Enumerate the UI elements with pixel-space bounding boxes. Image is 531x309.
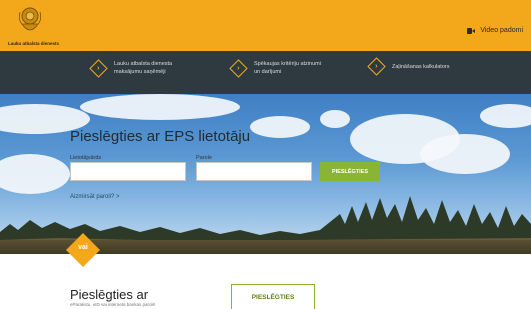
logo-caption: Lauku atbalsta dienests <box>8 41 60 46</box>
cloud <box>80 94 240 120</box>
cloud <box>320 110 350 128</box>
video-camera-icon <box>467 27 476 34</box>
nav-item-label: Zaļināšanas kalkulators <box>392 63 450 70</box>
alt-login-button[interactable]: PIESLĒGTIES <box>231 284 315 309</box>
nav-item-label: Lauku atbalsta dienesta maksājumu saņēmē… <box>114 61 173 75</box>
login-title: Pieslēgties ar EPS lietotāju <box>70 128 251 145</box>
coat-of-arms-icon <box>18 7 42 31</box>
nav-item-payment-recipients[interactable]: › Lauku atbalsta dienesta maksājumu saņē… <box>89 58 186 78</box>
nav-item-greening-calculator[interactable]: › Zaļināšanas kalkulators <box>367 57 482 76</box>
username-label: Lietotājvārds <box>70 155 102 161</box>
alt-login-subtitle: eParakstu, eID vai interneta bankas paro… <box>70 302 156 307</box>
chevron-right-icon: › <box>89 58 108 78</box>
cloud <box>250 116 310 138</box>
cloud <box>480 104 531 128</box>
eps-login-button[interactable]: PIESLĒGTIES <box>320 162 380 181</box>
alt-login-title: Pieslēgties ar <box>70 287 149 302</box>
nav-item-criteria-opinions[interactable]: › Spēkaujas kritēriju atzinumi un darīju… <box>229 58 326 78</box>
or-divider-label: vai <box>78 244 88 251</box>
site-logo[interactable]: Lauku atbalsta dienests <box>8 6 59 50</box>
password-label: Parole <box>196 155 212 161</box>
chevron-right-icon: › <box>229 58 248 78</box>
nav-item-label: Spēkaujas kritēriju atzinumi un darījumi <box>254 61 321 75</box>
password-input[interactable] <box>196 162 312 181</box>
video-tips-link[interactable]: Video padomi <box>467 27 523 34</box>
site-header: Lauku atbalsta dienests Video padomi <box>0 0 531 51</box>
cloud <box>420 134 510 174</box>
hero-banner: Pieslēgties ar EPS lietotāju Lietotājvār… <box>0 94 531 254</box>
main-nav: › Lauku atbalsta dienesta maksājumu saņē… <box>0 51 531 94</box>
forgot-password-link[interactable]: Aizmirsāt paroli? > <box>70 194 120 200</box>
video-tips-label: Video padomi <box>480 27 523 34</box>
chevron-right-icon: › <box>367 57 386 76</box>
cloud <box>0 154 70 194</box>
username-input[interactable] <box>70 162 186 181</box>
